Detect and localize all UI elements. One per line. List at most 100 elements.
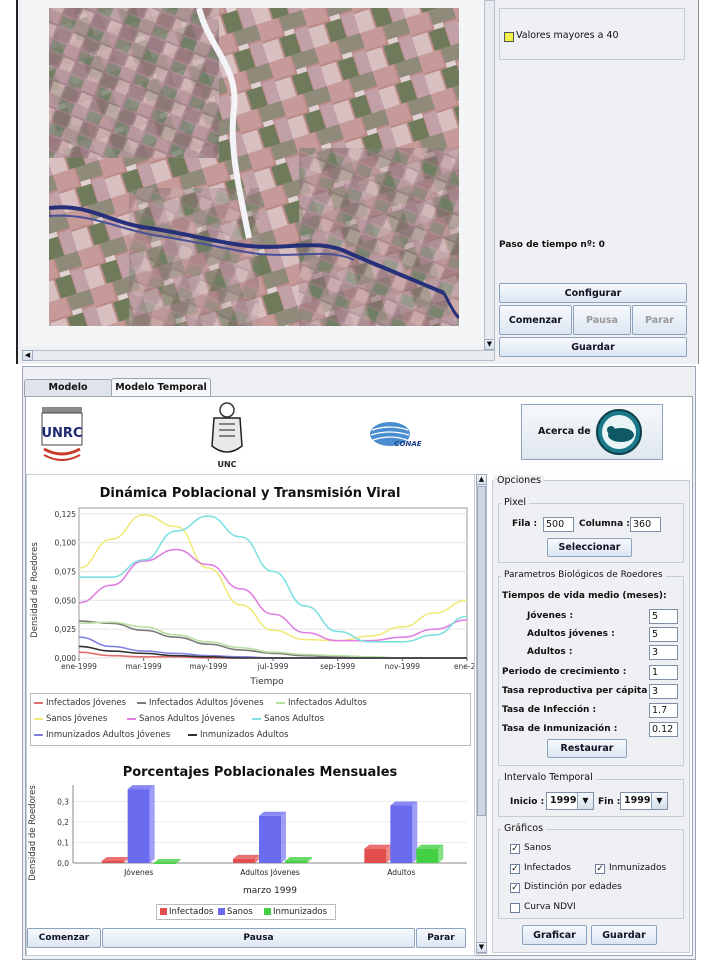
legend-item: Infectados Adultos Jóvenes [137, 698, 264, 708]
y-tick-label: 0,100 [55, 539, 77, 548]
tab-modelo-temporal[interactable]: Modelo Temporal [111, 378, 211, 398]
adultos-jovenes-input[interactable]: 5 [649, 627, 678, 642]
bar [416, 848, 439, 863]
parar-chart-button[interactable]: Parar [416, 928, 466, 948]
fin-select[interactable]: 1999 ▼ [620, 792, 668, 810]
parar-button[interactable]: Parar [632, 305, 687, 335]
intervalo-title: Intervalo Temporal [501, 772, 596, 783]
guardar-sim-button[interactable]: Guardar [499, 337, 687, 357]
bar-side [149, 785, 155, 863]
acerca-de-label: Acerca de [538, 426, 591, 437]
graficos-title: Gráficos [501, 823, 547, 834]
adultos-input[interactable]: 3 [649, 645, 678, 660]
infectados-label: Infectados [524, 863, 571, 873]
acerca-de-button[interactable]: Acerca de [521, 404, 663, 460]
x-tick-label: mar-1999 [126, 662, 163, 671]
horizontal-scrollbar[interactable] [22, 350, 495, 361]
legend-label: Sanos Adultos Jóvenes [139, 714, 235, 724]
legend-label: Infectados Adultos Jóvenes [149, 698, 264, 708]
satellite-map[interactable] [49, 8, 459, 326]
category-label: Jóvenes [123, 868, 153, 877]
restaurar-button[interactable]: Restaurar [547, 739, 627, 758]
columna-input[interactable]: 360 [630, 517, 661, 532]
chevron-down-icon: ▼ [577, 793, 593, 809]
reproductiva-input[interactable]: 3 [649, 684, 678, 699]
guardar-button[interactable]: Guardar [591, 925, 657, 945]
line-chart-xlabel: Tiempo [249, 677, 284, 687]
legend-label: Sanos [227, 907, 253, 917]
legend-swatch-icon [504, 32, 514, 42]
legend-line-icon [127, 717, 136, 720]
bar [127, 789, 150, 863]
bar [233, 858, 255, 863]
legend-line-icon [252, 717, 261, 720]
legend-line-icon [34, 701, 43, 704]
plot-area [78, 507, 468, 659]
jovenes-input[interactable]: 5 [649, 609, 678, 624]
pixel-title: Pixel [501, 497, 529, 508]
scroll-left-icon[interactable]: ◀ [22, 350, 33, 361]
x-tick-label: sep-1999 [320, 662, 355, 671]
fin-value: 1999 [624, 795, 651, 806]
scroll-down-icon[interactable]: ▼ [484, 339, 495, 350]
line-chart: Dinámica Poblacional y Transmisión Viral… [30, 486, 474, 687]
fila-input[interactable]: 500 [543, 517, 574, 532]
y-tick-label: 0,050 [55, 596, 77, 605]
inicio-select[interactable]: 1999 ▼ [546, 792, 594, 810]
sanos-checkbox[interactable]: ✓ [510, 844, 520, 854]
y-tick-label: 0,075 [55, 567, 77, 576]
bar [101, 860, 124, 863]
configurar-button[interactable]: Configurar [499, 283, 687, 303]
y-tick-label: 0,025 [55, 625, 77, 634]
distincion-checkbox[interactable]: ✓ [510, 883, 520, 893]
unc-logo-text: UNC [217, 460, 236, 469]
legend-item: Sanos Jóvenes [34, 714, 107, 724]
ndvi-checkbox[interactable] [510, 903, 520, 913]
scroll-down-icon[interactable]: ▼ [476, 942, 487, 953]
y-tick-label: 0,1 [57, 838, 69, 847]
reproductiva-label: Tasa reproductiva per cápita : [502, 686, 655, 696]
inicio-label: Inicio : [510, 797, 545, 807]
distincion-label: Distinción por edades [524, 882, 622, 892]
legend-item: Inmunizados Adultos [188, 730, 288, 740]
y-tick-label: 0,0 [57, 859, 69, 868]
conae-logo: CONAE [370, 422, 422, 448]
graficar-button[interactable]: Graficar [522, 925, 587, 945]
legend-item: Inmunizados [264, 907, 327, 917]
fila-label: Fila : [512, 519, 538, 529]
legend-item: Infectados Jóvenes [34, 698, 126, 708]
scroll-thumb[interactable] [477, 486, 486, 816]
category-label: Adultos [387, 868, 415, 877]
x-tick-label: ene-1999 [61, 662, 97, 671]
infectados-checkbox[interactable]: ✓ [510, 864, 520, 874]
fin-label: Fin : [598, 797, 621, 807]
legend-label: Sanos Adultos [264, 714, 325, 724]
comenzar-chart-button[interactable]: Comenzar [27, 928, 101, 948]
vertical-scrollbar[interactable] [484, 0, 495, 350]
legend-label: Inmunizados [273, 907, 328, 917]
crecimiento-input[interactable]: 1 [649, 665, 678, 680]
inmunizados-checkbox[interactable]: ✓ [595, 864, 605, 874]
legend-label: Infectados [169, 907, 214, 917]
crecimiento-label: Periodo de crecimiento : [502, 667, 627, 677]
tab-modelo-espacial[interactable]: Modelo Espacial [24, 379, 112, 409]
legend-swatch-icon [160, 908, 167, 915]
x-tick-label: nov-1999 [385, 662, 421, 671]
pausa-button[interactable]: Pausa [573, 305, 631, 335]
rodent-icon [596, 409, 642, 455]
legend-label: Sanos Jóvenes [46, 714, 108, 724]
legend-swatch-icon [218, 908, 225, 915]
scroll-up-icon[interactable]: ▲ [476, 474, 487, 485]
legend-line-icon [276, 701, 285, 704]
pausa-chart-button[interactable]: Pausa [102, 928, 415, 948]
infeccion-input[interactable]: 1.7 [649, 703, 678, 718]
unc-logo: UNC [211, 402, 243, 469]
legend-label: Valores mayores a 40 [516, 30, 619, 41]
inmunizacion-input[interactable]: 0.12 [649, 722, 678, 737]
seleccionar-button[interactable]: Seleccionar [547, 538, 632, 557]
comenzar-button[interactable]: Comenzar [499, 305, 572, 335]
y-tick-label: 0,2 [57, 818, 69, 827]
category-label: Adultos Jóvenes [240, 868, 300, 877]
unrc-logo: UNRC [41, 407, 83, 461]
legend-item: Infectados [160, 907, 213, 917]
